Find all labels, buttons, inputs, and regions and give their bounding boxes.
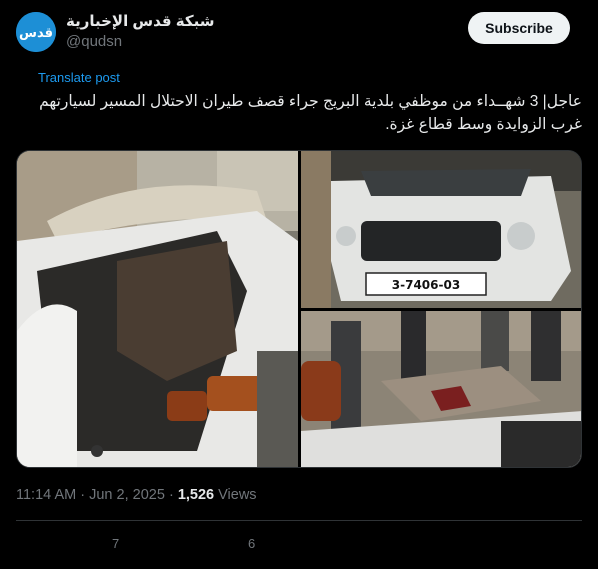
- photo-casualty-scene[interactable]: [301, 311, 581, 467]
- post-text-line: غرب الزوايدة وسط قطاع غزة.: [385, 116, 582, 133]
- reply-button[interactable]: 7: [112, 536, 119, 551]
- user-handle[interactable]: @qudsn: [66, 32, 214, 52]
- media-grid: 3-7406-03: [16, 150, 582, 468]
- display-name[interactable]: شبكة قدس الإخبارية: [66, 12, 214, 32]
- reply-count: 7: [112, 536, 120, 551]
- post-meta: 11:14 AM · Jun 2, 2025 · 1,526 Views: [16, 486, 257, 504]
- meta-separator: ·: [80, 487, 86, 503]
- retweet-button[interactable]: 6: [248, 536, 255, 551]
- subscribe-button[interactable]: Subscribe: [468, 12, 570, 44]
- post-text: عاجل| 3 شهــداء من موظفي بلدية البريج جر…: [16, 90, 582, 136]
- svg-text:3-7406-03: 3-7406-03: [392, 278, 460, 292]
- post-text-line: عاجل| 3 شهــداء من موظفي بلدية البريج جر…: [39, 93, 582, 110]
- qudsn-logo-icon: قدس: [16, 12, 56, 52]
- translate-post-link[interactable]: Translate post: [38, 70, 120, 86]
- action-bar: 7 6: [16, 536, 582, 556]
- views-label: Views: [218, 487, 257, 503]
- svg-text:قدس: قدس: [19, 26, 53, 41]
- author-info: شبكة قدس الإخبارية @qudsn: [66, 12, 214, 52]
- post-date[interactable]: Jun 2, 2025: [89, 487, 165, 503]
- photo-damaged-car-front[interactable]: 3-7406-03: [301, 151, 581, 308]
- post-header: قدس شبكة قدس الإخبارية @qudsn Subscribe: [16, 12, 582, 54]
- post-time[interactable]: 11:14 AM: [16, 487, 76, 503]
- avatar[interactable]: قدس: [16, 12, 56, 52]
- divider: [16, 520, 582, 521]
- photo-destroyed-car-interior[interactable]: [17, 151, 298, 467]
- meta-separator: ·: [168, 487, 174, 503]
- retweet-count: 6: [248, 536, 256, 551]
- views-count: 1,526: [177, 487, 215, 503]
